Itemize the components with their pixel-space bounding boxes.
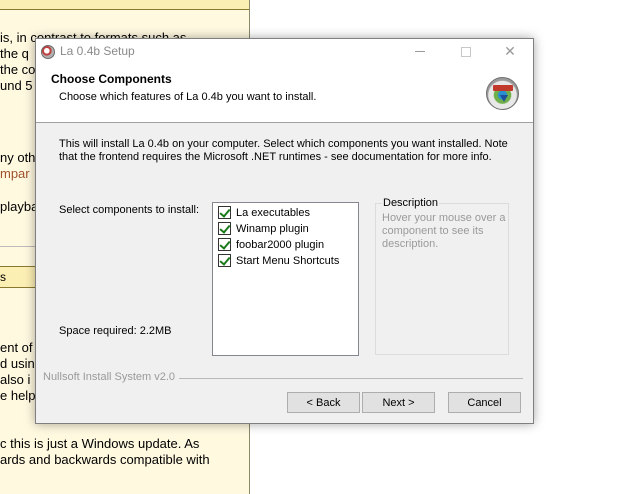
component-label: La executables [236, 206, 310, 219]
background-text-line: ent of t [0, 340, 40, 355]
download-arrow-icon [500, 95, 508, 102]
next-button[interactable]: Next > [362, 392, 435, 413]
component-item-la-executables[interactable]: La executables [218, 205, 310, 220]
description-legend: Description [382, 197, 440, 209]
back-button[interactable]: < Back [287, 392, 360, 413]
checkbox-checked[interactable] [218, 254, 231, 267]
background-text-line: e help [0, 388, 36, 403]
installer-disc-icon [41, 45, 55, 59]
component-label: Start Menu Shortcuts [236, 254, 340, 267]
window-title: La 0.4b Setup [60, 44, 135, 58]
close-icon: ✕ [504, 43, 516, 59]
background-text-line: ards and backwards compatible with [0, 452, 210, 467]
background-text-line: also i [0, 372, 31, 387]
components-list[interactable]: La executables Winamp plugin foobar2000 … [212, 202, 359, 356]
branding-text: Nullsoft Install System v2.0 [43, 371, 180, 383]
maximize-button[interactable] [443, 39, 489, 64]
cancel-button[interactable]: Cancel [448, 392, 521, 413]
description-text: Hover your mouse over a component to see… [382, 212, 506, 250]
background-link[interactable]: mpar [0, 166, 30, 182]
background-text-line: ny oth [0, 150, 36, 165]
component-item-winamp-plugin[interactable]: Winamp plugin [218, 221, 309, 236]
background-heading-band [0, 0, 249, 10]
component-label: foobar2000 plugin [236, 238, 325, 251]
intro-line: that the frontend requires the Microsoft… [59, 151, 492, 163]
background-text-line: playba [0, 199, 39, 214]
intro-text: This will install La 0.4b on your comput… [59, 138, 519, 164]
background-heading-text: s [0, 270, 6, 284]
checkbox-checked[interactable] [218, 206, 231, 219]
page-title: Choose Components [51, 72, 172, 86]
intro-line: This will install La 0.4b on your comput… [59, 138, 508, 150]
background-text-line: the co [0, 62, 36, 77]
page-subtitle: Choose which features of La 0.4b you wan… [59, 91, 317, 103]
minimize-icon [415, 51, 425, 52]
component-item-foobar2000-plugin[interactable]: foobar2000 plugin [218, 237, 324, 252]
branding-divider [179, 378, 523, 379]
disc-label-graphic [493, 85, 513, 91]
setup-dialog: La 0.4b Setup ✕ Choose Components Choose… [35, 38, 534, 424]
checkbox-checked[interactable] [218, 238, 231, 251]
minimize-button[interactable] [397, 39, 443, 64]
checkbox-checked[interactable] [218, 222, 231, 235]
title-bar[interactable]: La 0.4b Setup ✕ [36, 39, 533, 64]
wizard-header: Choose Components Choose which features … [36, 64, 533, 123]
description-group: Description Hover your mouse over a comp… [375, 197, 509, 355]
space-required-label: Space required: 2.2MB [59, 325, 172, 337]
component-item-start-menu-shortcuts[interactable]: Start Menu Shortcuts [218, 253, 339, 268]
background-text-line: the q [0, 46, 29, 61]
select-components-label: Select components to install: [59, 204, 200, 216]
background-text-line: c this is just a Windows update. As [0, 436, 200, 451]
installer-disc-icon [486, 77, 519, 110]
close-button[interactable]: ✕ [487, 39, 533, 64]
maximize-icon [461, 46, 471, 57]
component-label: Winamp plugin [236, 222, 309, 235]
background-text-line: und 5 [0, 78, 33, 93]
